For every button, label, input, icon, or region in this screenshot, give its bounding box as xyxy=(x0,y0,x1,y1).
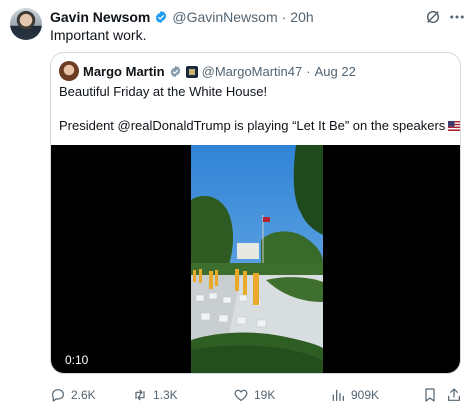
repost-button[interactable]: 1.3K xyxy=(132,386,178,404)
like-button[interactable]: 19K xyxy=(233,386,275,404)
quoted-author-name[interactable]: Margo Martin xyxy=(83,64,165,79)
share-button[interactable] xyxy=(446,386,462,404)
affiliation-badge-icon xyxy=(185,65,198,78)
quoted-date[interactable]: Aug 22 xyxy=(315,64,356,79)
more-icon[interactable] xyxy=(448,9,466,25)
quoted-text-line2-text: President @realDonaldTrump is playing “L… xyxy=(59,118,446,133)
quoted-tweet[interactable]: Margo Martin @MargoMartin47 · Aug 22 Bea… xyxy=(50,52,461,374)
author-name[interactable]: Gavin Newsom xyxy=(50,9,150,25)
repost-count: 1.3K xyxy=(153,388,178,402)
quoted-separator: · xyxy=(306,64,311,79)
quoted-text-line2: President @realDonaldTrump is playing “L… xyxy=(59,118,460,133)
quoted-header: Margo Martin @MargoMartin47 · Aug 22 xyxy=(83,63,356,80)
tweet-time[interactable]: 20h xyxy=(290,9,313,25)
quoted-author-handle[interactable]: @MargoMartin47 xyxy=(202,64,303,79)
video-player[interactable]: 0:10 xyxy=(51,145,460,373)
like-count: 19K xyxy=(254,388,276,402)
quoted-author-avatar[interactable] xyxy=(59,61,79,81)
grok-icon[interactable] xyxy=(425,9,441,25)
share-icon xyxy=(448,388,460,401)
views-count: 909K xyxy=(351,388,380,402)
like-icon xyxy=(234,389,248,401)
video-timestamp: 0:10 xyxy=(65,353,89,367)
reply-button[interactable]: 2.6K xyxy=(50,386,96,404)
reply-icon xyxy=(52,389,64,402)
action-bar: 2.6K 1.3K 19K 909K xyxy=(50,386,464,404)
verified-badge-icon xyxy=(156,10,167,24)
views-icon xyxy=(332,389,344,401)
verified-badge-icon xyxy=(170,65,180,78)
views-button[interactable]: 909K xyxy=(330,386,379,404)
header-separator: · xyxy=(281,9,287,25)
reply-count: 2.6K xyxy=(71,388,96,402)
quoted-text-line1: Beautiful Friday at the White House! xyxy=(59,84,268,99)
tweet-text: Important work. xyxy=(50,27,147,43)
tweet-header: Gavin Newsom @GavinNewsom · 20h xyxy=(50,8,314,26)
author-handle[interactable]: @GavinNewsom xyxy=(172,9,277,25)
flag-icon xyxy=(448,121,460,131)
bookmark-button[interactable] xyxy=(422,386,438,404)
author-avatar[interactable] xyxy=(10,8,42,40)
bookmark-icon xyxy=(425,388,435,402)
repost-icon xyxy=(135,389,145,401)
video-frame xyxy=(191,145,323,373)
